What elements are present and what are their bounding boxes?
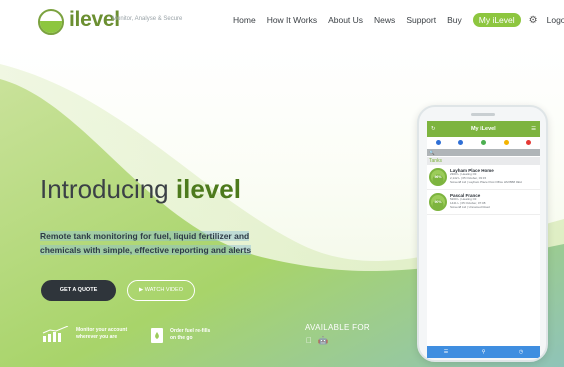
feature-monitor: Monitor your account wherever you are xyxy=(42,326,127,342)
tank-list-item[interactable]: 90% Pascal France 5200 L | Heating Oil 1… xyxy=(427,190,540,215)
tanks-heading: Tanks xyxy=(427,157,540,165)
location-pin-icon[interactable]: ⚲ xyxy=(482,349,486,355)
top-navigation: ilevel Monitor, Analyse & Secure Home Ho… xyxy=(0,0,564,44)
tank-detail: Screen8 Ltd | Layham Place Post Office H… xyxy=(450,179,522,184)
store-icons:  🤖 xyxy=(306,336,328,345)
feature-monitor-line2: wherever you are xyxy=(76,334,118,340)
app-search-bar[interactable]: 🔍 xyxy=(427,149,540,156)
nav-about-us[interactable]: About Us xyxy=(328,15,363,25)
android-icon[interactable]: 🤖 xyxy=(318,336,328,345)
nav-news[interactable]: News xyxy=(374,15,395,25)
nav-how-it-works[interactable]: How It Works xyxy=(267,15,317,25)
feature-order-line2: on the go xyxy=(170,335,193,341)
apple-icon[interactable]:  xyxy=(306,336,312,345)
phone-mockup: ↻ My iLevel ☰ 🔍 Tanks 96% Layham Place H… xyxy=(417,105,548,362)
brand-tagline: Monitor, Analyse & Secure xyxy=(112,16,183,22)
watch-video-button[interactable]: ▶ WATCH VIDEO xyxy=(127,280,195,301)
bar-chart-icon xyxy=(42,326,69,342)
refresh-icon[interactable]: ↻ xyxy=(431,126,436,132)
hero-headline: Introducing ilevel xyxy=(40,174,241,205)
tank-level-gauge: 96% xyxy=(429,168,447,186)
status-dot[interactable] xyxy=(458,140,464,145)
main-menu: Home How It Works About Us News Support … xyxy=(233,13,564,27)
headline-brand: ilevel xyxy=(175,174,241,204)
feature-monitor-line1: Monitor your account xyxy=(76,327,128,333)
tank-detail: Screen8 Ltd | Unnamed Road xyxy=(450,204,490,209)
status-dot[interactable] xyxy=(503,140,509,145)
tank-level-gauge: 90% xyxy=(429,193,447,211)
headline-prefix: Introducing xyxy=(40,174,169,204)
list-icon[interactable]: ☰ xyxy=(444,349,448,355)
status-dot[interactable] xyxy=(480,140,486,145)
app-header: ↻ My iLevel ☰ xyxy=(427,121,540,137)
get-a-quote-button[interactable]: GET A QUOTE xyxy=(41,280,116,301)
available-for-label: AVAILABLE FOR xyxy=(305,323,370,332)
fuel-can-icon xyxy=(151,328,163,343)
feature-order-line1: Order fuel re-fills xyxy=(170,328,211,334)
tank-list-item[interactable]: 96% Layham Place Home 2300 L | Heating O… xyxy=(427,165,540,190)
hamburger-menu-icon[interactable]: ☰ xyxy=(531,126,536,132)
status-filter-row xyxy=(427,137,540,148)
status-dot[interactable] xyxy=(526,140,532,145)
clock-icon[interactable]: ◷ xyxy=(519,349,523,355)
ilevel-logo-icon[interactable] xyxy=(38,9,64,35)
app-tab-bar: ☰ ⚲ ◷ xyxy=(427,346,540,358)
settings-gear-icon[interactable]: ⚙ xyxy=(529,15,538,26)
feature-order: Order fuel re-fills on the go xyxy=(150,326,210,344)
status-dot[interactable] xyxy=(435,140,441,145)
app-title: My iLevel xyxy=(470,126,496,132)
nav-buy[interactable]: Buy xyxy=(447,15,462,25)
nav-support[interactable]: Support xyxy=(406,15,436,25)
nav-logout[interactable]: Logout xyxy=(547,15,564,25)
phone-screen: ↻ My iLevel ☰ 🔍 Tanks 96% Layham Place H… xyxy=(427,121,540,358)
nav-my-ilevel-button[interactable]: My iLevel xyxy=(472,13,521,27)
subheading-text: Remote tank monitoring for fuel, liquid … xyxy=(40,231,252,255)
phone-speaker xyxy=(471,113,495,116)
hero-subheading: Remote tank monitoring for fuel, liquid … xyxy=(40,229,290,257)
nav-home[interactable]: Home xyxy=(233,15,256,25)
